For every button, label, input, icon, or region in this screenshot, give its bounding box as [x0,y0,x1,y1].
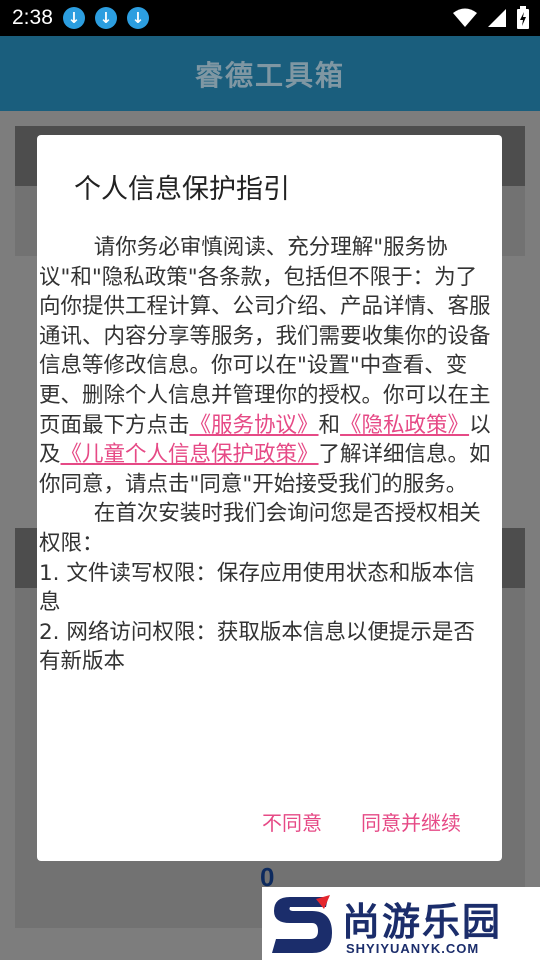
download-icon: ↓ [126,7,149,29]
watermark-brand: 尚游乐园 [342,900,503,944]
status-bar: 2:38 ↓ ↓ ↓ [0,0,540,36]
agree-button[interactable]: 同意并继续 [361,807,461,836]
wifi-icon [453,8,477,27]
watermark: 尚游乐园 SHYIYUANYK.COM [262,887,540,960]
privacy-dialog: 个人信息保护指引 请你务必审慎阅读、充分理解"服务协议"和"隐私政策"各条款，包… [37,135,502,861]
privacy-policy-link[interactable]: 《隐私政策》 [340,413,469,438]
disagree-button[interactable]: 不同意 [262,807,322,836]
app-bar: 睿德工具箱 [0,36,540,111]
battery-icon [517,6,529,29]
status-time: 2:38 [12,6,53,29]
download-icon: ↓ [62,7,85,29]
download-icon: ↓ [94,7,117,29]
watermark-logo-icon [272,895,332,953]
child-privacy-policy-link[interactable]: 《儿童个人信息保护政策》 [61,442,319,467]
dialog-title: 个人信息保护指引 [74,174,290,205]
dialog-text: 请你务必审慎阅读、充分理解"服务协议"和"隐私政策"各条款，包括但不限于：为了向… [39,235,491,438]
app-title: 睿德工具箱 [194,58,345,92]
permissions-text: 在首次安装时我们会询问您是否授权相关权限： 1. 文件读写权限：保存应用使用状态… [39,501,481,675]
watermark-url: SHYIYUANYK.COM [346,941,480,956]
dialog-body: 请你务必审慎阅读、充分理解"服务协议"和"隐私政策"各条款，包括但不限于：为了向… [39,233,494,677]
status-indicators [452,6,530,30]
signal-icon [488,9,506,27]
dialog-text: 和 [318,412,341,438]
service-agreement-link[interactable]: 《服务协议》 [190,413,319,438]
